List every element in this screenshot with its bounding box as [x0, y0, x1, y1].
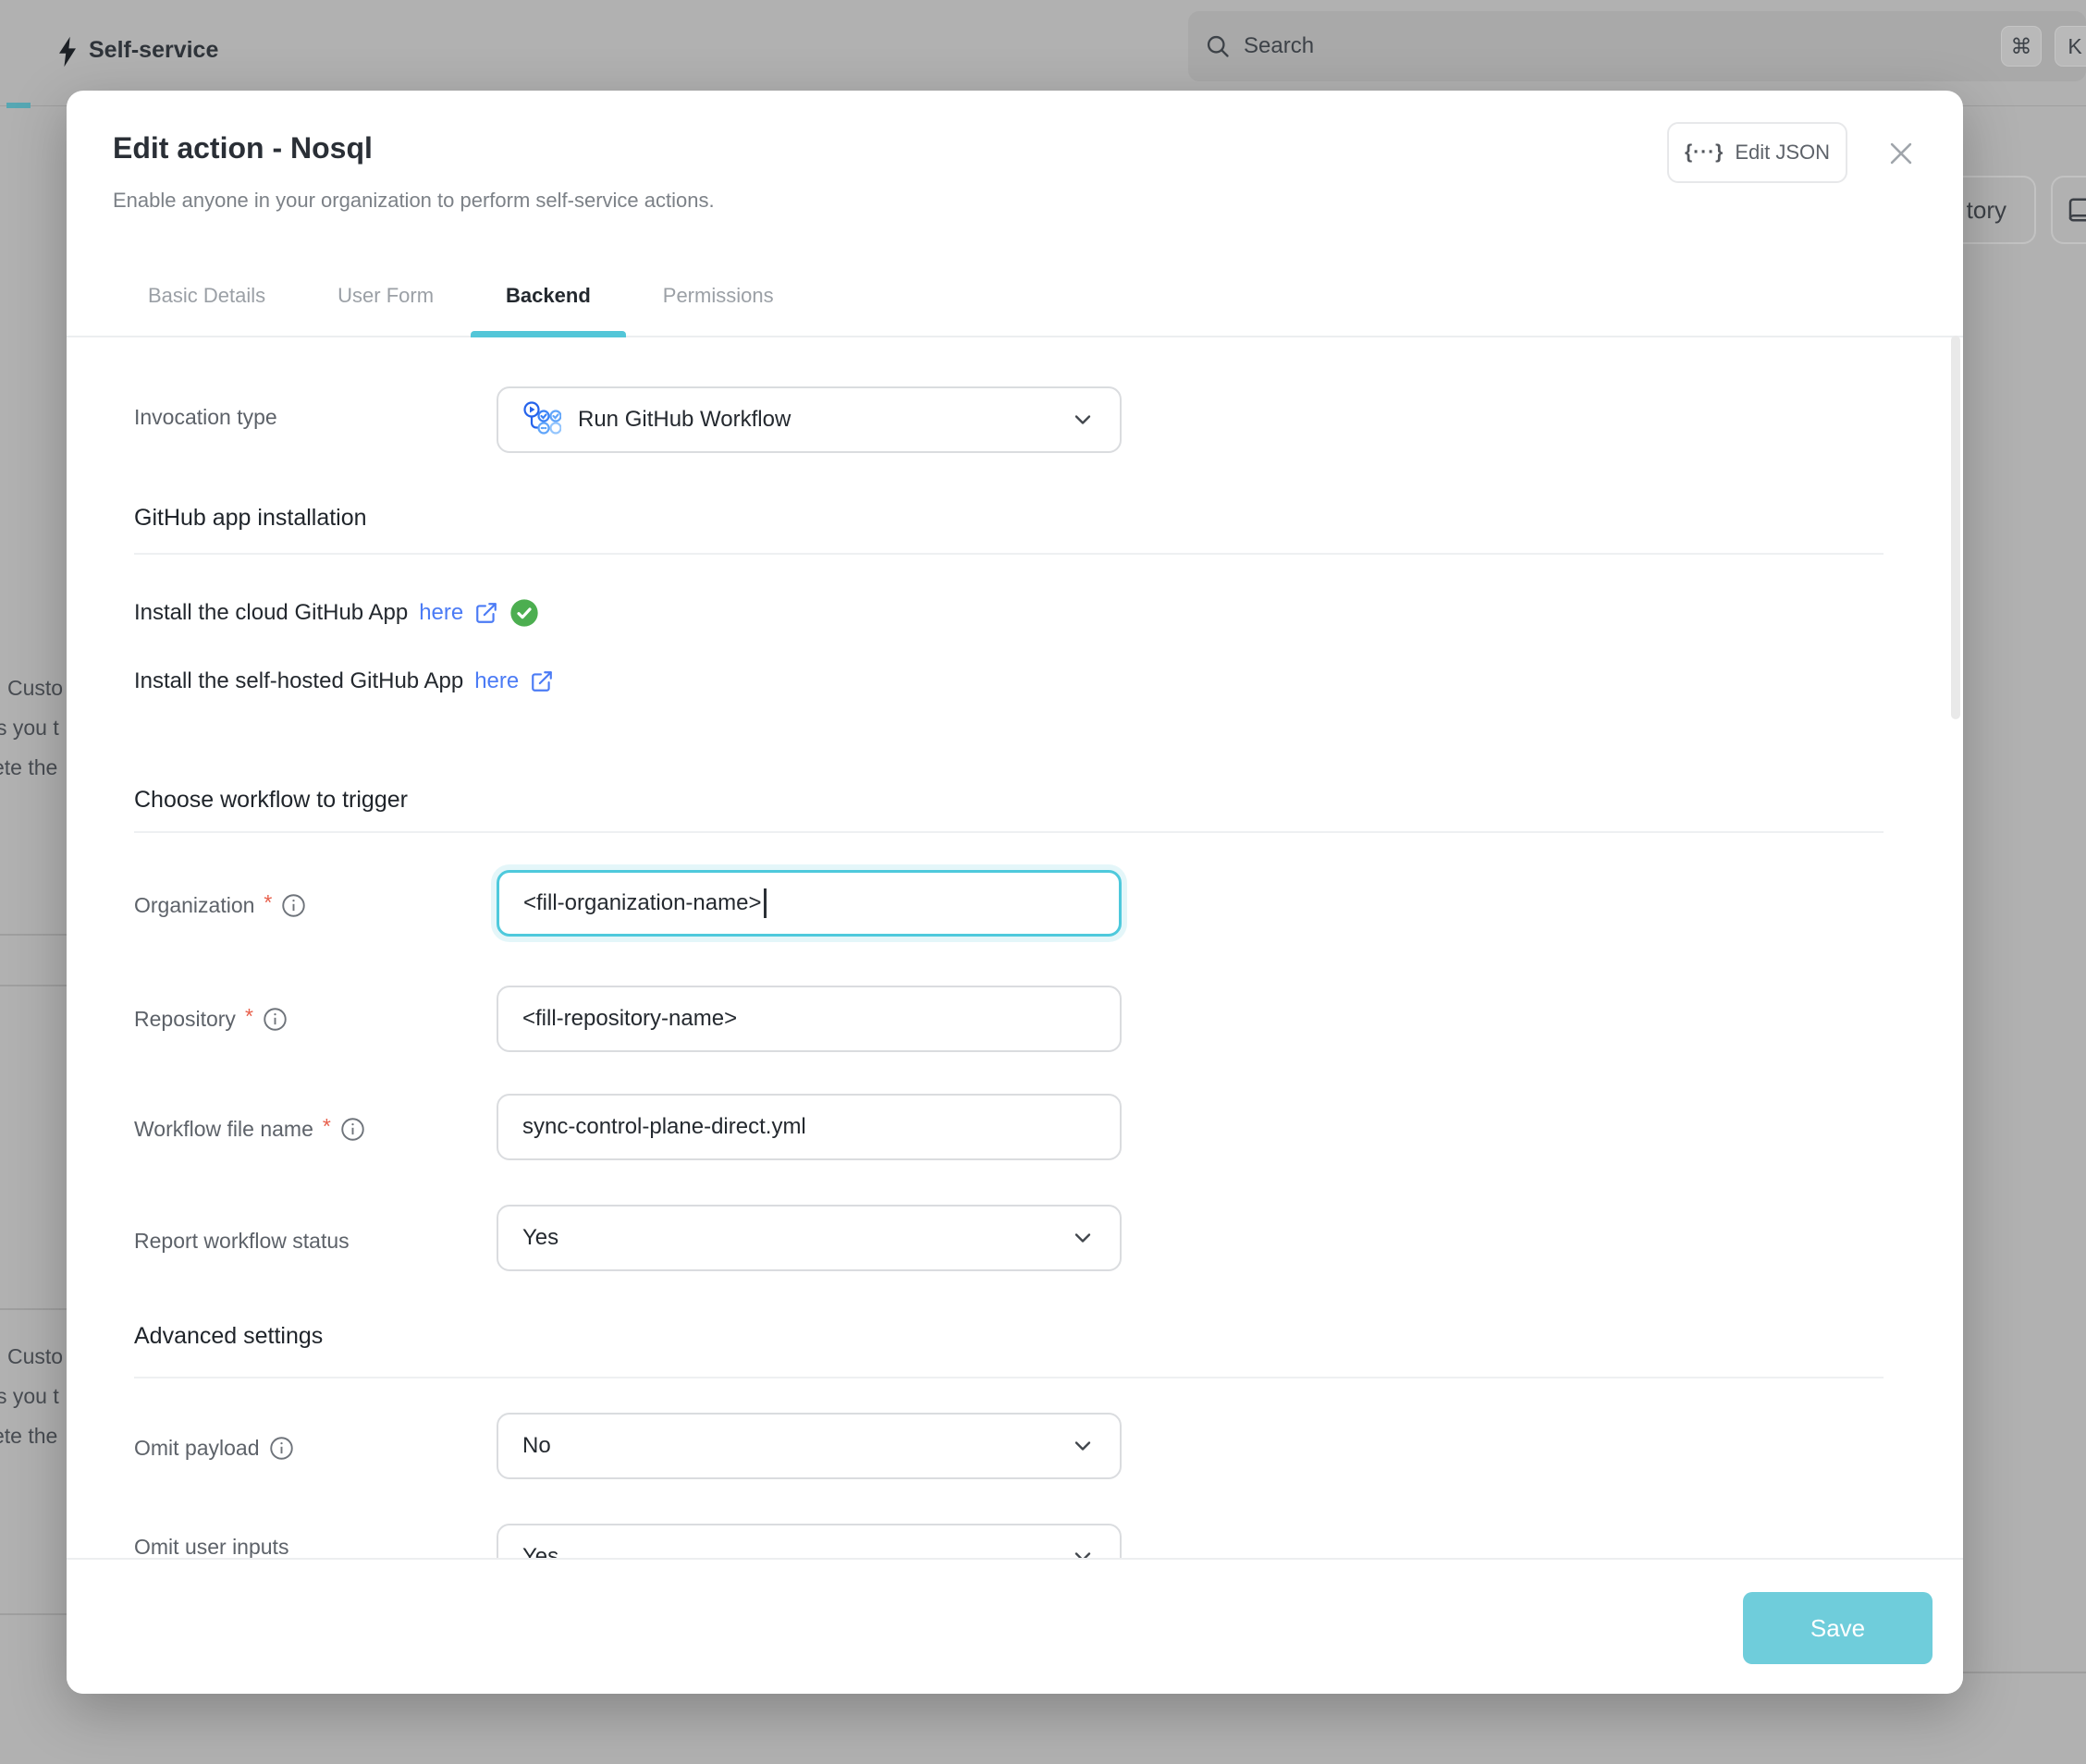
omit-user-inputs-value: Yes	[522, 1544, 558, 1558]
organization-input[interactable]: <fill-organization-name>	[497, 870, 1122, 937]
background-row-divider	[0, 985, 67, 986]
text-cursor	[764, 888, 767, 918]
invocation-type-label: Invocation type	[134, 401, 277, 433]
omit-user-inputs-select[interactable]: Yes	[497, 1524, 1122, 1558]
label-text: Invocation type	[134, 405, 277, 430]
search-icon	[1205, 33, 1231, 59]
tab-basic-details[interactable]: Basic Details	[148, 256, 265, 336]
tab-user-form[interactable]: User Form	[337, 256, 434, 336]
label-text: Organization	[134, 893, 254, 918]
book-icon	[2066, 196, 2086, 224]
invocation-type-select[interactable]: Run GitHub Workflow	[497, 386, 1122, 453]
docs-book-button[interactable]	[2051, 176, 2086, 244]
section-divider	[134, 831, 1884, 833]
edit-action-modal: Edit action - Nosql Enable anyone in you…	[67, 91, 1963, 1694]
modal-subtitle: Enable anyone in your organization to pe…	[113, 189, 715, 213]
bg-text-line: Custo	[7, 676, 63, 701]
install-cloud-link[interactable]: here	[419, 600, 463, 626]
report-status-select[interactable]: Yes	[497, 1205, 1122, 1271]
background-row-divider	[0, 934, 67, 936]
info-icon[interactable]	[269, 1436, 294, 1461]
edit-json-button[interactable]: {···} Edit JSON	[1667, 122, 1847, 183]
background-text-fragment: Custo s you t ete the	[0, 676, 67, 796]
external-link-icon[interactable]	[474, 601, 498, 625]
install-self-hosted-line: Install the self-hosted GitHub App here	[134, 666, 554, 697]
history-button-label: tory	[1967, 196, 2006, 225]
modal-body: Invocation type	[67, 339, 1963, 1558]
organization-value: <fill-organization-name>	[523, 890, 761, 916]
modal-footer: Save	[67, 1558, 1963, 1694]
workflow-file-input[interactable]: sync-control-plane-direct.yml	[497, 1094, 1122, 1160]
section-heading-github-app: GitHub app installation	[134, 505, 367, 532]
background-row-divider	[0, 1308, 67, 1310]
section-divider	[134, 553, 1884, 555]
required-marker: *	[323, 1114, 331, 1139]
label-text: Report workflow status	[134, 1229, 350, 1254]
chevron-down-icon	[1070, 1544, 1096, 1558]
required-marker: *	[264, 890, 272, 915]
repository-input[interactable]: <fill-repository-name>	[497, 986, 1122, 1052]
info-icon[interactable]	[340, 1117, 365, 1142]
organization-label: Organization *	[134, 889, 306, 921]
modal-title: Edit action - Nosql	[113, 131, 373, 165]
repository-label: Repository *	[134, 1003, 288, 1035]
workflow-file-label: Workflow file name *	[134, 1113, 365, 1145]
bg-text-line: s you t	[0, 716, 59, 741]
install-cloud-line: Install the cloud GitHub App here	[134, 597, 539, 629]
cmd-key-badge: ⌘	[2001, 26, 2042, 67]
workflow-file-value: sync-control-plane-direct.yml	[522, 1114, 806, 1140]
label-text: Omit user inputs	[134, 1535, 288, 1559]
screen: Self-service Search ⌘ K Custo s you t et…	[0, 0, 2086, 1764]
section-heading-advanced: Advanced settings	[134, 1323, 323, 1350]
page-title: Self-service	[89, 37, 218, 64]
background-row-divider	[1963, 1672, 2086, 1673]
chevron-down-icon	[1070, 1433, 1096, 1459]
chevron-down-icon	[1070, 407, 1096, 433]
save-button[interactable]: Save	[1743, 1592, 1933, 1664]
github-workflow-icon	[522, 400, 561, 439]
background-row-divider	[0, 1613, 67, 1615]
install-self-hosted-text: Install the self-hosted GitHub App	[134, 668, 463, 694]
close-icon[interactable]	[1873, 126, 1929, 181]
k-key-badge: K	[2055, 26, 2086, 67]
omit-payload-select[interactable]: No	[497, 1413, 1122, 1479]
bg-text-line: ete the	[0, 1424, 57, 1449]
external-link-icon[interactable]	[530, 669, 554, 693]
label-text: Repository	[134, 1007, 236, 1032]
chevron-down-icon	[1070, 1225, 1096, 1251]
json-braces-icon: {···}	[1685, 141, 1724, 164]
info-icon[interactable]	[281, 893, 306, 918]
label-text: Omit payload	[134, 1436, 260, 1461]
report-status-label: Report workflow status	[134, 1225, 350, 1256]
install-cloud-text: Install the cloud GitHub App	[134, 600, 408, 626]
omit-user-inputs-label: Omit user inputs	[134, 1531, 288, 1558]
omit-payload-value: No	[522, 1433, 551, 1459]
edit-json-label: Edit JSON	[1735, 141, 1830, 165]
label-text: Workflow file name	[134, 1117, 313, 1142]
bg-text-line: Custo	[7, 1344, 63, 1369]
info-icon[interactable]	[263, 1007, 288, 1032]
modal-scrollbar[interactable]	[1951, 336, 1960, 719]
tab-permissions[interactable]: Permissions	[663, 256, 774, 336]
bg-text-line: ete the	[0, 755, 57, 780]
repository-value: <fill-repository-name>	[522, 1006, 737, 1032]
search-input[interactable]: Search ⌘ K	[1188, 11, 2086, 81]
section-divider	[134, 1377, 1884, 1378]
omit-payload-label: Omit payload	[134, 1432, 294, 1464]
report-status-value: Yes	[522, 1225, 558, 1251]
search-placeholder: Search	[1244, 33, 1314, 59]
install-self-hosted-link[interactable]: here	[474, 668, 519, 694]
section-heading-choose-workflow: Choose workflow to trigger	[134, 787, 408, 814]
bg-text-line: s you t	[0, 1384, 59, 1409]
background-text-fragment: Custo s you t ete the	[0, 1344, 67, 1464]
lightning-bolt-icon	[54, 35, 81, 73]
modal-tabs: Basic Details User Form Backend Permissi…	[67, 256, 1963, 337]
installed-check-icon	[509, 598, 539, 628]
invocation-type-value: Run GitHub Workflow	[578, 407, 791, 433]
tab-backend[interactable]: Backend	[506, 256, 591, 336]
required-marker: *	[245, 1004, 253, 1029]
background-tab-indicator	[6, 103, 31, 108]
